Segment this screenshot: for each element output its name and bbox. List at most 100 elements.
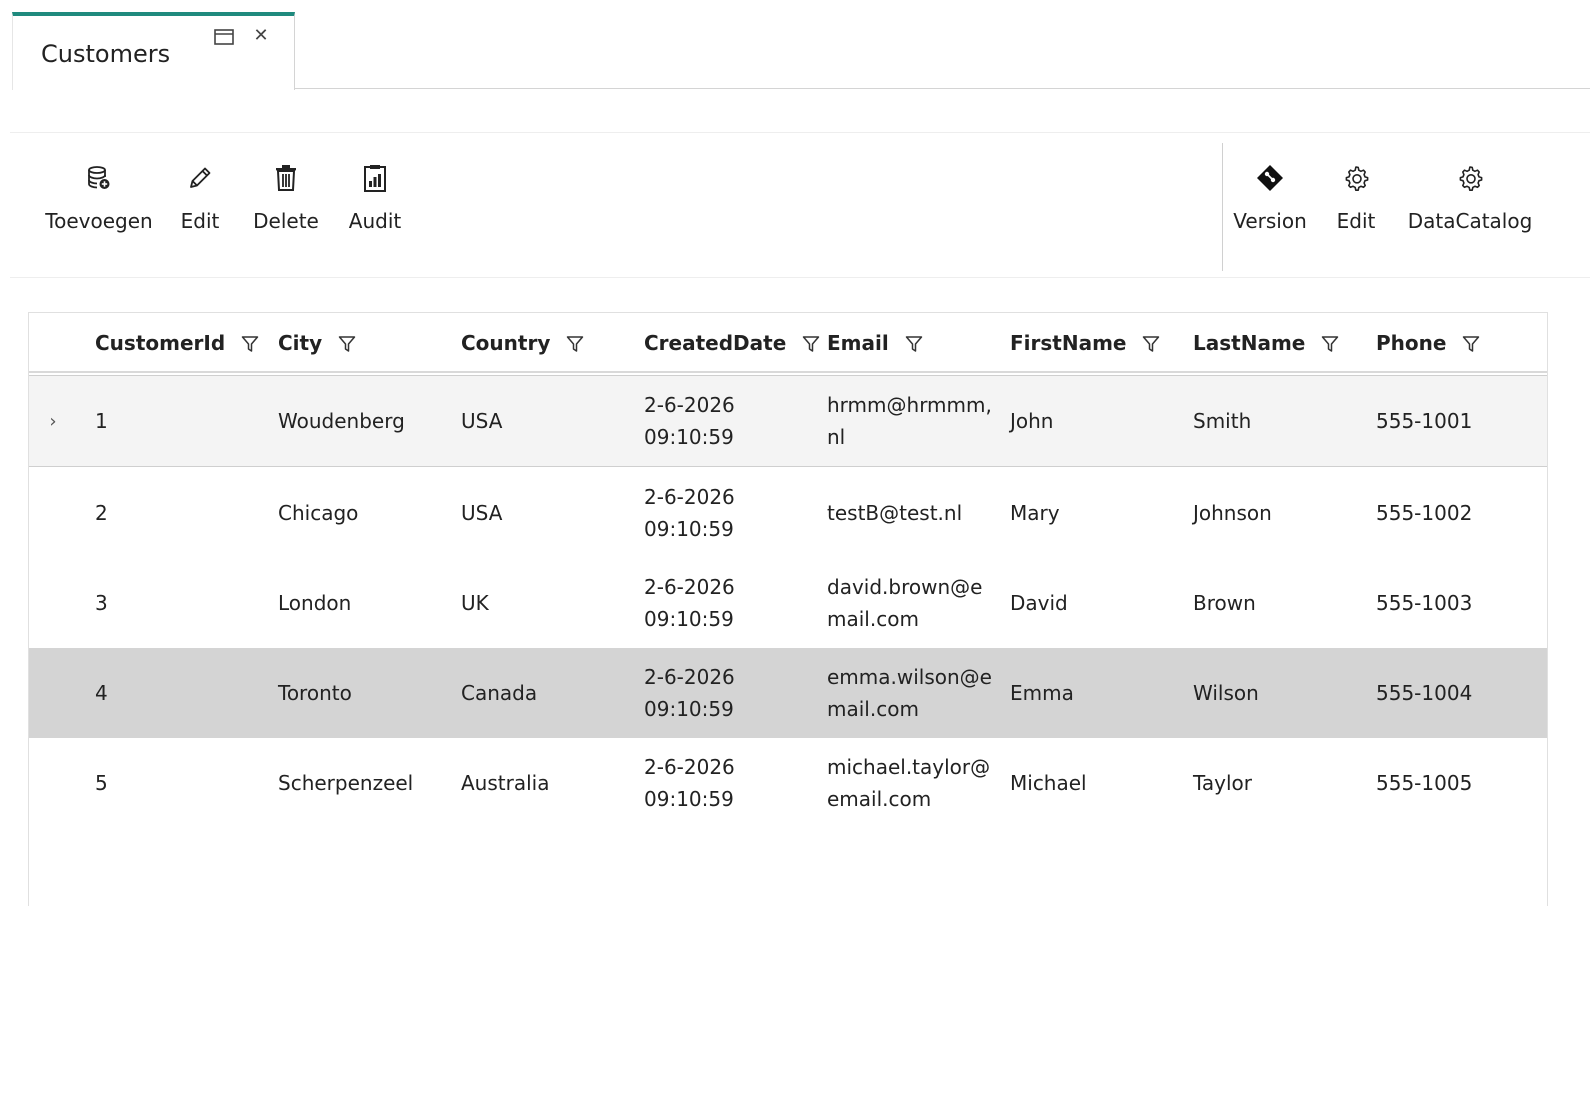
email-line: michael.taylor@ — [827, 755, 991, 779]
email-line: emma.wilson@e — [827, 665, 992, 689]
cell-firstname: David — [1010, 591, 1068, 615]
cell-lastname: Johnson — [1193, 501, 1272, 525]
column-header-createddate[interactable]: CreatedDate — [644, 313, 820, 373]
cell-customerid: 4 — [95, 681, 108, 705]
time-line: 09:10:59 — [644, 517, 734, 541]
cell-city: Scherpenzeel — [278, 771, 414, 795]
cell-country: USA — [461, 409, 503, 433]
cell-lastname: Wilson — [1193, 681, 1259, 705]
column-label: City — [278, 331, 323, 355]
chevron-right-icon[interactable]: › — [45, 376, 61, 466]
table-row[interactable]: › 1 Woudenberg USA 2-6-2026 09:10:59 hrm… — [29, 375, 1547, 467]
column-label: Email — [827, 331, 889, 355]
cell-phone: 555-1003 — [1376, 591, 1473, 615]
gear-icon — [1455, 163, 1485, 193]
column-header-customerid[interactable]: CustomerId — [95, 313, 259, 373]
time-line: 09:10:59 — [644, 697, 734, 721]
column-label: CustomerId — [95, 331, 226, 355]
date-line: 2-6-2026 — [644, 393, 735, 417]
customers-grid: CustomerId City Country CreatedDate Emai… — [28, 312, 1548, 906]
column-label: Country — [461, 331, 551, 355]
cell-email: david.brown@e mail.com — [827, 558, 982, 648]
git-diamond-icon — [1255, 163, 1285, 193]
version-button[interactable]: Version — [1232, 163, 1308, 253]
close-icon[interactable]: ✕ — [251, 26, 271, 46]
filter-icon[interactable] — [241, 334, 259, 352]
cell-phone: 555-1001 — [1376, 409, 1473, 433]
email-line: testB@test.nl — [827, 501, 963, 525]
cell-firstname: Mary — [1010, 501, 1060, 525]
cell-createddate: 2-6-2026 09:10:59 — [644, 648, 735, 738]
cell-email: hrmm@hrmmm, nl — [827, 376, 992, 466]
column-header-country[interactable]: Country — [461, 313, 584, 373]
email-line: mail.com — [827, 607, 919, 631]
cell-customerid: 3 — [95, 591, 108, 615]
column-header-email[interactable]: Email — [827, 313, 923, 373]
tab-title: Customers — [41, 40, 171, 68]
popout-window-icon[interactable] — [213, 28, 235, 46]
time-line: 09:10:59 — [644, 607, 734, 631]
cell-phone: 555-1002 — [1376, 501, 1473, 525]
email-line: nl — [827, 425, 846, 449]
tab-customers[interactable]: Customers ✕ — [12, 12, 295, 90]
datacatalog-button-label: DataCatalog — [1407, 209, 1533, 233]
grid-header: CustomerId City Country CreatedDate Emai… — [29, 313, 1547, 373]
add-button-label: Toevoegen — [45, 209, 153, 233]
cell-lastname: Smith — [1193, 409, 1252, 433]
audit-button-label: Audit — [348, 209, 402, 233]
date-line: 2-6-2026 — [644, 485, 735, 509]
column-label: LastName — [1193, 331, 1306, 355]
add-button[interactable]: Toevoegen — [44, 163, 154, 253]
column-label: FirstName — [1010, 331, 1127, 355]
toolbar: Toevoegen Edit Delete Audit Version Edit… — [10, 132, 1590, 278]
cell-createddate: 2-6-2026 09:10:59 — [644, 468, 735, 558]
cell-firstname: Emma — [1010, 681, 1074, 705]
gear-icon — [1341, 163, 1371, 193]
column-label: Phone — [1376, 331, 1447, 355]
column-header-city[interactable]: City — [278, 313, 356, 373]
cell-email: emma.wilson@e mail.com — [827, 648, 992, 738]
time-line: 09:10:59 — [644, 787, 734, 811]
audit-button[interactable]: Audit — [344, 163, 406, 253]
cell-email: testB@test.nl — [827, 468, 962, 558]
email-line: hrmm@hrmmm, — [827, 393, 992, 417]
filter-icon[interactable] — [338, 334, 356, 352]
filter-icon[interactable] — [1142, 334, 1160, 352]
cell-country: UK — [461, 591, 489, 615]
date-line: 2-6-2026 — [644, 665, 735, 689]
column-header-phone[interactable]: Phone — [1376, 313, 1480, 373]
tab-divider — [294, 88, 1590, 89]
table-row[interactable]: 5 Scherpenzeel Australia 2-6-2026 09:10:… — [29, 738, 1547, 828]
cell-city: Woudenberg — [278, 409, 405, 433]
delete-button[interactable]: Delete — [252, 163, 320, 253]
email-line: email.com — [827, 787, 932, 811]
email-line: mail.com — [827, 697, 919, 721]
time-line: 09:10:59 — [644, 425, 734, 449]
filter-icon[interactable] — [1321, 334, 1339, 352]
filter-icon[interactable] — [1462, 334, 1480, 352]
edit-button-label: Edit — [180, 209, 220, 233]
cell-customerid: 5 — [95, 771, 108, 795]
filter-icon[interactable] — [802, 334, 820, 352]
pencil-icon — [185, 163, 215, 193]
date-line: 2-6-2026 — [644, 575, 735, 599]
cell-createddate: 2-6-2026 09:10:59 — [644, 376, 735, 466]
cell-customerid: 1 — [95, 409, 108, 433]
cell-country: Australia — [461, 771, 550, 795]
datacatalog-button[interactable]: DataCatalog — [1408, 163, 1532, 253]
delete-button-label: Delete — [253, 209, 319, 233]
column-header-lastname[interactable]: LastName — [1193, 313, 1339, 373]
filter-icon[interactable] — [566, 334, 584, 352]
column-label: CreatedDate — [644, 331, 787, 355]
version-button-label: Version — [1233, 209, 1307, 233]
settings-edit-button[interactable]: Edit — [1328, 163, 1384, 253]
cell-phone: 555-1004 — [1376, 681, 1473, 705]
filter-icon[interactable] — [905, 334, 923, 352]
table-row[interactable]: 2 Chicago USA 2-6-2026 09:10:59 testB@te… — [29, 468, 1547, 558]
cell-lastname: Brown — [1193, 591, 1256, 615]
table-row[interactable]: 3 London UK 2-6-2026 09:10:59 david.brow… — [29, 558, 1547, 648]
edit-button[interactable]: Edit — [172, 163, 228, 253]
column-header-firstname[interactable]: FirstName — [1010, 313, 1160, 373]
table-row[interactable]: 4 Toronto Canada 2-6-2026 09:10:59 emma.… — [29, 648, 1547, 738]
cell-createddate: 2-6-2026 09:10:59 — [644, 558, 735, 648]
